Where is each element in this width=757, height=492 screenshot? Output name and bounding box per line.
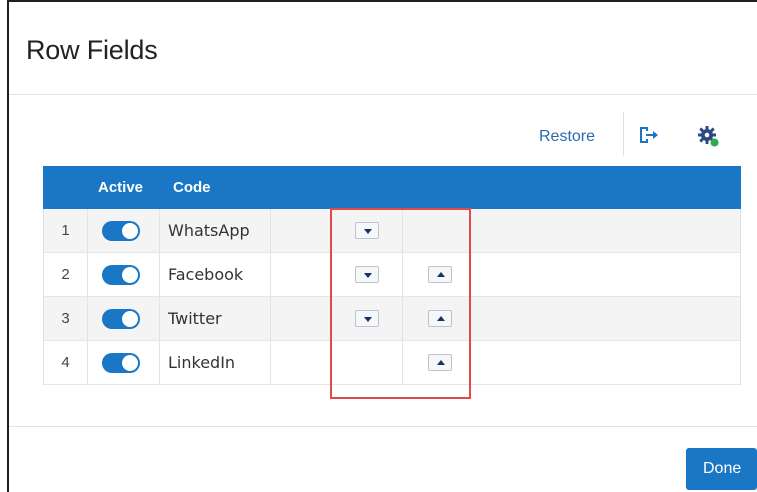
- cell-divider: [87, 209, 88, 252]
- row-index: 2: [61, 266, 70, 283]
- row-code: LinkedIn: [168, 353, 236, 372]
- table-row: 1 WhatsApp: [44, 209, 740, 253]
- move-up-button[interactable]: [428, 266, 452, 283]
- cell-divider: [402, 297, 403, 340]
- title-divider: [9, 94, 757, 95]
- row-code: Facebook: [168, 265, 244, 284]
- toolbar-separator: [623, 112, 624, 156]
- toolbar: Restore: [9, 112, 757, 156]
- cell-divider: [402, 341, 403, 384]
- cell-divider: [159, 297, 160, 340]
- active-toggle[interactable]: [102, 353, 140, 373]
- table-header: Active Code: [43, 166, 741, 209]
- row-code: WhatsApp: [168, 221, 250, 240]
- row-index: 4: [61, 354, 70, 371]
- table-row: 4 LinkedIn: [44, 341, 740, 385]
- cell-divider: [270, 297, 271, 340]
- cell-divider: [87, 253, 88, 296]
- column-header-code[interactable]: Code: [173, 179, 211, 196]
- move-down-button[interactable]: [355, 266, 379, 283]
- active-toggle[interactable]: [102, 221, 140, 241]
- row-fields-table: Active Code 1 WhatsApp 2 Facebook 3 Twit…: [43, 166, 741, 385]
- move-down-button[interactable]: [355, 310, 379, 327]
- move-down-button[interactable]: [355, 222, 379, 239]
- column-header-active[interactable]: Active: [98, 179, 143, 196]
- move-up-button[interactable]: [428, 354, 452, 371]
- row-code: Twitter: [168, 309, 222, 328]
- arrow-down-icon: [364, 229, 372, 234]
- table-row: 3 Twitter: [44, 297, 740, 341]
- table-body: 1 WhatsApp 2 Facebook 3 Twitter 4 Linked…: [43, 209, 741, 385]
- footer-divider: [9, 426, 757, 427]
- cell-divider: [402, 209, 403, 252]
- row-index: 1: [61, 222, 70, 239]
- cell-divider: [270, 341, 271, 384]
- cell-divider: [270, 253, 271, 296]
- arrow-up-icon: [437, 272, 445, 277]
- cell-divider: [87, 341, 88, 384]
- gear-icon[interactable]: [696, 124, 720, 148]
- arrow-up-icon: [437, 316, 445, 321]
- active-toggle[interactable]: [102, 265, 140, 285]
- move-up-button[interactable]: [428, 310, 452, 327]
- cell-divider: [159, 209, 160, 252]
- export-icon[interactable]: [637, 124, 659, 146]
- arrow-up-icon: [437, 360, 445, 365]
- row-index: 3: [61, 310, 70, 327]
- status-dot: [710, 138, 719, 147]
- cell-divider: [159, 341, 160, 384]
- active-toggle[interactable]: [102, 309, 140, 329]
- cell-divider: [270, 209, 271, 252]
- cell-divider: [402, 253, 403, 296]
- restore-link[interactable]: Restore: [539, 128, 595, 146]
- arrow-down-icon: [364, 273, 372, 278]
- arrow-down-icon: [364, 317, 372, 322]
- cell-divider: [159, 253, 160, 296]
- dialog-title: Row Fields: [26, 35, 158, 65]
- table-row: 2 Facebook: [44, 253, 740, 297]
- done-button[interactable]: Done: [686, 448, 757, 490]
- row-fields-dialog: Row Fields Restore Active Code 1 WhatsAp…: [9, 2, 757, 492]
- cell-divider: [87, 297, 88, 340]
